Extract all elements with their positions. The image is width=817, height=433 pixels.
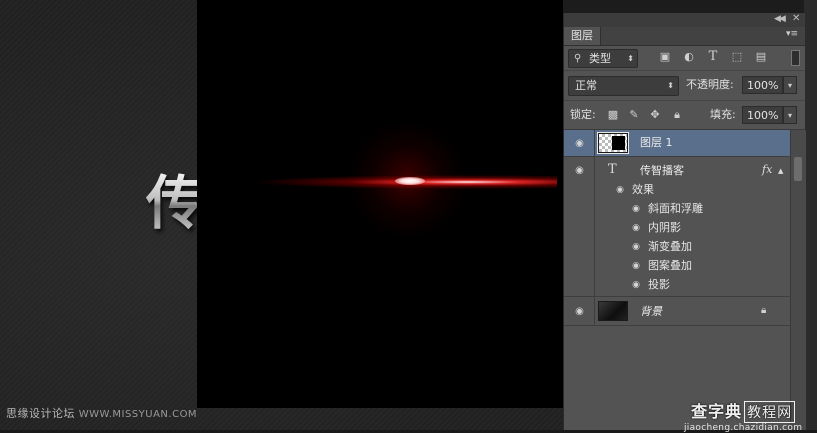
- layers-panel: ◀◀ ✕ 图层 ▾≡ ⚲ 类型 ⬍ ▣ ◐ T ⬚ ▤ 正常 ⬍ 不透明度: 1…: [563, 13, 806, 430]
- panel-dock-top: [563, 0, 817, 13]
- lock-transparency-icon[interactable]: ▩: [606, 108, 620, 122]
- document-workspace[interactable]: 传 思缘设计论坛 WWW.MISSYUAN.COM: [0, 0, 563, 430]
- layer-row-layer1[interactable]: ◉ 图层 1: [564, 130, 790, 157]
- layer-row-text[interactable]: ◉ T 传智播客 fx ▲ ◉ 效果 ◉ 斜面和浮雕 ◉ 内阴影 ◉ 渐变叠加: [564, 157, 790, 297]
- lock-row: 锁定: ▩ ✎ ✥ 🔒︎ 填充: 100% ▾: [564, 101, 805, 130]
- forum-watermark-url: WWW.MISSYUAN.COM: [78, 409, 198, 420]
- eye-icon[interactable]: ◉: [630, 203, 642, 215]
- eye-icon[interactable]: ◉: [573, 305, 586, 318]
- eye-icon[interactable]: ◉: [630, 260, 642, 272]
- forum-watermark-cn: 思缘设计论坛: [6, 407, 75, 420]
- eye-icon[interactable]: ◉: [573, 137, 586, 150]
- filter-kind-label: 类型: [589, 52, 611, 65]
- layer-thumbnail[interactable]: [597, 132, 629, 154]
- opacity-field[interactable]: 100%: [742, 76, 783, 94]
- layer-name[interactable]: 背景: [640, 305, 662, 319]
- fx-icon[interactable]: fx: [762, 163, 772, 176]
- fill-label: 填充:: [710, 108, 736, 121]
- lock-icon: 🔒︎: [761, 305, 767, 316]
- panel-menu-icon[interactable]: ▾≡: [786, 29, 798, 39]
- text-layer-icon: T: [608, 162, 617, 177]
- layer-thumbnail-content: [612, 136, 625, 150]
- eye-icon[interactable]: ◉: [614, 184, 626, 196]
- effects-label: 效果: [632, 183, 654, 196]
- lock-position-move-icon[interactable]: ✥: [648, 108, 662, 122]
- effect-name: 渐变叠加: [648, 240, 692, 253]
- tab-layers[interactable]: 图层: [564, 27, 601, 45]
- lock-label: 锁定:: [570, 108, 596, 121]
- lock-all-icon[interactable]: 🔒︎: [670, 108, 684, 122]
- close-icon[interactable]: ✕: [792, 13, 800, 24]
- filter-pixel-icon[interactable]: ▣: [658, 50, 672, 64]
- fill-field[interactable]: 100%: [742, 106, 783, 124]
- blend-mode-select[interactable]: 正常 ⬍: [568, 76, 679, 96]
- effect-name: 斜面和浮雕: [648, 202, 703, 215]
- effect-row[interactable]: ◉ 内阴影: [564, 219, 790, 238]
- site-watermark: 查字典 教程网 jiaocheng.chazidian.com: [684, 398, 802, 433]
- collapse-panel-icon[interactable]: ◀◀: [774, 14, 786, 24]
- eye-icon[interactable]: ◉: [573, 164, 586, 177]
- filter-smartobject-icon[interactable]: ▤: [754, 50, 768, 64]
- site-watermark-cn-main: 查字典: [691, 402, 743, 421]
- fx-expand-caret-icon[interactable]: ▲: [778, 167, 783, 175]
- layer-name[interactable]: 图层 1: [640, 136, 673, 150]
- effect-row[interactable]: ◉ 斜面和浮雕: [564, 200, 790, 219]
- layer-row-background[interactable]: ◉ 背景 🔒︎: [564, 297, 790, 326]
- layers-scrollbar[interactable]: [790, 130, 806, 430]
- effect-name: 图案叠加: [648, 259, 692, 272]
- site-watermark-cn: 查字典 教程网: [684, 398, 802, 423]
- eye-icon[interactable]: ◉: [630, 241, 642, 253]
- scrollbar-thumb[interactable]: [794, 157, 802, 181]
- panel-titlebar[interactable]: ◀◀ ✕: [564, 13, 805, 27]
- effect-row[interactable]: ◉ 渐变叠加: [564, 238, 790, 257]
- light-core: [395, 177, 425, 185]
- chevron-updown-icon: ⬍: [627, 54, 634, 63]
- effects-header[interactable]: ◉ 效果: [564, 181, 790, 200]
- forum-watermark: 思缘设计论坛 WWW.MISSYUAN.COM: [6, 405, 197, 421]
- lock-image-brush-icon[interactable]: ✎: [627, 108, 641, 122]
- filter-type-icon[interactable]: T: [706, 50, 720, 64]
- search-icon: ⚲: [574, 53, 582, 64]
- layer-canvas-black[interactable]: [197, 0, 563, 408]
- layer-filter-row: ⚲ 类型 ⬍ ▣ ◐ T ⬚ ▤: [564, 46, 805, 71]
- eye-icon[interactable]: ◉: [630, 222, 642, 234]
- effect-row[interactable]: ◉ 图案叠加: [564, 257, 790, 276]
- layers-list: ◉ 图层 1 ◉ T 传智播客 fx ▲ ◉ 效果 ◉ 斜面和浮雕 ◉ 内阴影 …: [564, 130, 806, 430]
- effect-name: 内阴影: [648, 221, 681, 234]
- filter-shape-icon[interactable]: ⬚: [730, 50, 744, 64]
- opacity-dropdown-button[interactable]: ▾: [783, 76, 797, 94]
- layer-thumbnail[interactable]: [598, 301, 628, 321]
- opacity-label: 不透明度:: [686, 78, 734, 91]
- blend-row: 正常 ⬍ 不透明度: 100% ▾: [564, 71, 805, 101]
- filter-adjustment-icon[interactable]: ◐: [682, 50, 696, 64]
- blend-mode-label: 正常: [575, 79, 597, 92]
- site-watermark-domain: jiaocheng.chazidian.com: [684, 423, 803, 433]
- panel-tabbar: 图层 ▾≡: [564, 27, 805, 46]
- effect-row[interactable]: ◉ 投影: [564, 276, 790, 295]
- eye-icon[interactable]: ◉: [630, 279, 642, 291]
- layer-name[interactable]: 传智播客: [640, 164, 684, 178]
- chevron-updown-icon: ⬍: [667, 81, 674, 90]
- filter-kind-select[interactable]: ⚲ 类型 ⬍: [568, 49, 638, 68]
- fill-dropdown-button[interactable]: ▾: [783, 106, 797, 124]
- filter-toggle-switch[interactable]: [791, 50, 800, 66]
- site-watermark-cn-boxed: 教程网: [744, 401, 796, 423]
- effect-name: 投影: [648, 278, 670, 291]
